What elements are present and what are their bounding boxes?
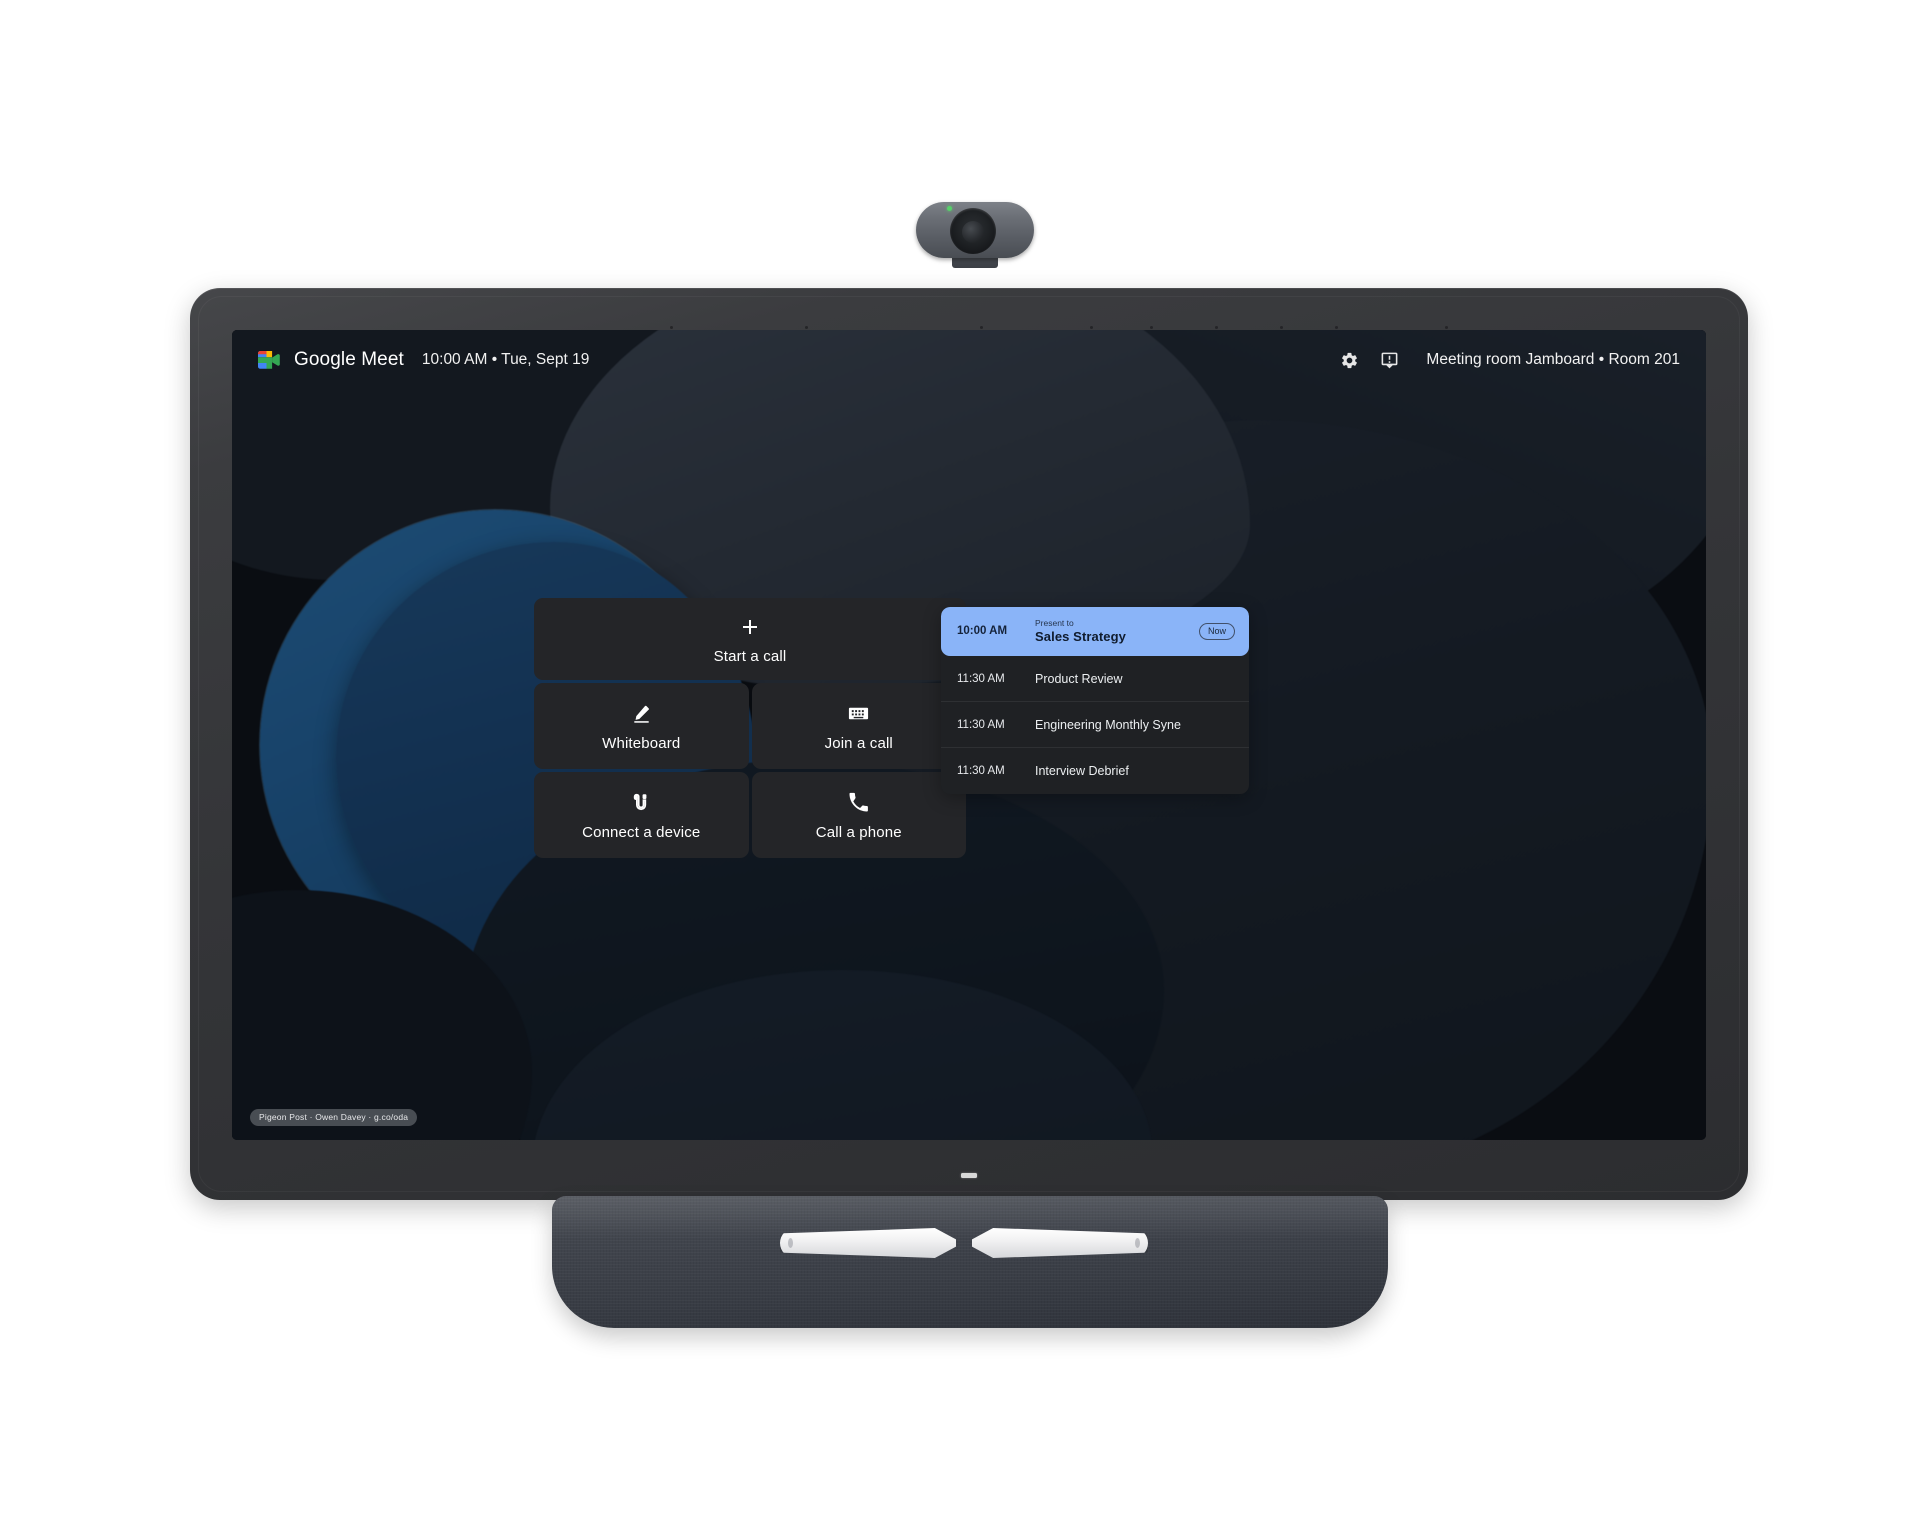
keyboard-icon: [847, 701, 870, 727]
schedule-row[interactable]: 11:30 AM Interview Debrief: [941, 748, 1249, 794]
connect-a-device-button[interactable]: Connect a device: [534, 772, 749, 858]
meeting-time: 11:30 AM: [957, 718, 1005, 731]
stylus-left[interactable]: [780, 1228, 956, 1258]
plus-icon: [738, 614, 762, 640]
wallpaper-credit: Pigeon Post · Owen Davey · g.co/oda: [250, 1109, 418, 1126]
screenshot-root: Google Meet 10:00 AM • Tue, Sept 19 Meet…: [0, 0, 1920, 1530]
clock-time: 10:00 AM: [421, 351, 488, 368]
brand-group: Google Meet 10:00 AM • Tue, Sept 19: [256, 349, 589, 371]
current-meeting-row[interactable]: 10:00 AM Present to Sales Strategy Now: [941, 607, 1249, 657]
start-a-call-button[interactable]: Start a call: [534, 598, 966, 680]
meeting-time: 11:30 AM: [957, 765, 1005, 778]
phone-icon: [847, 790, 870, 816]
clock-date: Tue, Sept 19: [501, 351, 590, 368]
meeting-title: Product Review: [1035, 671, 1123, 686]
room-separator: •: [1598, 351, 1605, 368]
tile-row: Whiteboard Join a call: [534, 683, 966, 769]
google-meet-icon: [256, 349, 282, 371]
base-highlight: [552, 1196, 1388, 1240]
room-name: Meeting room Jamboard: [1426, 351, 1595, 368]
pen-icon: [630, 701, 653, 727]
gear-icon[interactable]: [1338, 349, 1360, 371]
microphone-hole: [670, 326, 673, 329]
webcam-lens: [950, 208, 996, 254]
schedule-row[interactable]: 11:30 AM Engineering Monthly Syne: [941, 702, 1249, 749]
header-time: 10:00 AM • Tue, Sept 19: [422, 351, 589, 369]
meeting-title: Engineering Monthly Syne: [1035, 717, 1181, 732]
top-bar: Google Meet 10:00 AM • Tue, Sept 19 Meet…: [232, 330, 1706, 390]
current-meeting-info: Present to Sales Strategy: [1035, 618, 1185, 644]
header-separator: •: [491, 351, 498, 368]
current-meeting-subtitle: Present to: [1035, 618, 1074, 628]
feedback-icon[interactable]: [1378, 349, 1400, 371]
stylus-end-cap: [1135, 1238, 1140, 1248]
screen: Google Meet 10:00 AM • Tue, Sept 19 Meet…: [232, 330, 1706, 1140]
now-badge: Now: [1198, 622, 1235, 640]
stylus-end-cap: [788, 1238, 793, 1248]
display-chassis: Google Meet 10:00 AM • Tue, Sept 19 Meet…: [190, 288, 1748, 1200]
room-label: Meeting room Jamboard • Room 201: [1426, 351, 1680, 369]
schedule-panel: 10:00 AM Present to Sales Strategy Now 1…: [941, 607, 1249, 795]
webcam-status-led: [947, 206, 952, 211]
room-number: Room 201: [1608, 351, 1680, 368]
meeting-time: 11:30 AM: [957, 672, 1005, 685]
connect-a-device-label: Connect a device: [582, 823, 701, 841]
schedule-row[interactable]: 11:30 AM Product Review: [941, 656, 1249, 703]
call-a-phone-button[interactable]: Call a phone: [751, 772, 966, 858]
webcam-glass: [962, 221, 984, 243]
current-meeting-title: Sales Strategy: [1035, 629, 1127, 645]
header-actions: Meeting room Jamboard • Room 201: [1338, 349, 1680, 371]
meeting-title: Interview Debrief: [1035, 764, 1129, 779]
device-base: [552, 1196, 1388, 1328]
microphone-hole: [980, 326, 983, 329]
action-tiles: Start a call Whiteboard Join a call Conn…: [534, 598, 966, 858]
webcam-module: [916, 202, 1034, 268]
join-a-call-label: Join a call: [824, 734, 893, 752]
app-title: Google Meet: [294, 349, 404, 370]
whiteboard-label: Whiteboard: [602, 734, 681, 752]
microphone-hole: [1335, 326, 1338, 329]
stylus-right[interactable]: [972, 1228, 1148, 1258]
status-indicator: [961, 1173, 977, 1178]
current-meeting-time: 10:00 AM: [957, 625, 1008, 638]
webcam-body: [916, 202, 1034, 258]
microphone-hole: [805, 326, 808, 329]
microphone-hole: [1150, 326, 1153, 329]
microphone-hole: [1445, 326, 1448, 329]
tile-row: Connect a device Call a phone: [534, 772, 966, 858]
microphone-hole: [1215, 326, 1218, 329]
whiteboard-button[interactable]: Whiteboard: [534, 683, 749, 769]
microphone-hole: [1280, 326, 1283, 329]
call-a-phone-label: Call a phone: [815, 823, 902, 841]
start-a-call-label: Start a call: [713, 647, 787, 665]
microphone-hole: [1090, 326, 1093, 329]
usb-cable-icon: [630, 790, 652, 816]
join-a-call-button[interactable]: Join a call: [751, 683, 966, 769]
